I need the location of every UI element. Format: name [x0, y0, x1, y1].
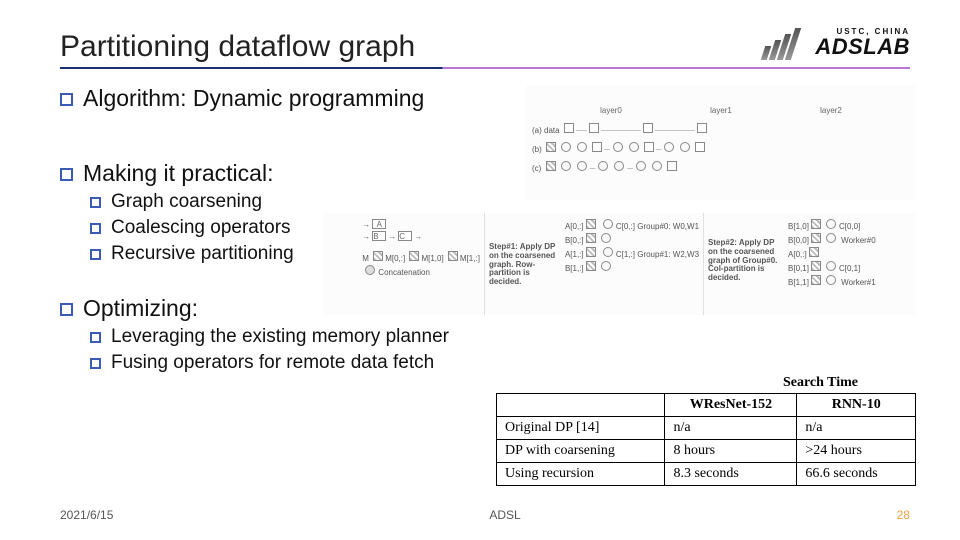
table-header: WResNet-152 — [665, 394, 797, 417]
bullet-text: Making it practical: — [83, 160, 273, 187]
layer-label: layer0 — [600, 106, 622, 115]
diag-label: M[1,:] — [460, 254, 480, 263]
slide-title: Partitioning dataflow graph — [60, 30, 415, 63]
diag-label: M[0,:] — [385, 254, 405, 263]
table-cell: 8.3 seconds — [665, 463, 797, 486]
table-row: Original DP [14] n/a n/a — [497, 417, 916, 440]
table-row: DP with coarsening 8 hours >24 hours — [497, 440, 916, 463]
table-cell: n/a — [665, 417, 797, 440]
bullet-box-icon — [60, 303, 73, 316]
diag-label: B[1,0] — [788, 222, 809, 231]
figure-layers-diagram: layer0 layer1 layer2 (a) data ──────────… — [526, 85, 916, 200]
table-cell: 66.6 seconds — [797, 463, 916, 486]
footer-date: 2021/6/15 — [60, 508, 113, 522]
bullet-text: Optimizing: — [83, 295, 198, 322]
diag-label: M[1,0] — [421, 254, 443, 263]
diag-label: B[1,:] — [565, 264, 584, 273]
layer-label: layer2 — [820, 106, 842, 115]
diag-label: Worker#0 — [841, 236, 876, 245]
diag-label: B[0,:] — [565, 236, 584, 245]
row-label: (b) — [532, 145, 542, 154]
bullet-text: Recursive partitioning — [111, 243, 294, 265]
title-underline — [60, 67, 910, 69]
bullet-text: Graph coarsening — [111, 191, 262, 213]
table-row: Using recursion 8.3 seconds 66.6 seconds — [497, 463, 916, 486]
diag-label: C[0,0] — [839, 222, 860, 231]
figure-partition-steps: →A →B→C→ M M[0,:] M[1,0] M[1,:] Concaten… — [322, 213, 916, 315]
bullet-text: Algorithm: Dynamic programming — [83, 85, 424, 112]
step1-caption: Step#1: Apply DP on the coarsened graph.… — [489, 242, 555, 286]
row-label: (c) — [532, 164, 541, 173]
layer-label: layer1 — [710, 106, 732, 115]
sub-bullet: Leveraging the existing memory planner — [90, 326, 910, 348]
table-cell: 8 hours — [665, 440, 797, 463]
diag-label: Group#0: W0,W1 — [637, 222, 699, 231]
bullet-box-icon — [90, 249, 101, 260]
diag-label: B[0,0] — [788, 236, 809, 245]
table-caption: Search Time — [496, 375, 916, 393]
diag-label: Concatenation — [378, 268, 430, 277]
bullet-text: Coalescing operators — [111, 217, 291, 239]
sub-bullet: Fusing operators for remote data fetch — [90, 352, 910, 374]
bullet-box-icon — [90, 358, 101, 369]
diag-label: A[0,:] — [788, 250, 807, 259]
table-cell: n/a — [797, 417, 916, 440]
logo-bars-icon — [763, 26, 809, 60]
footer-center: ADSL — [489, 508, 520, 522]
bullet-box-icon — [90, 223, 101, 234]
bullet-text: Leveraging the existing memory planner — [111, 326, 449, 348]
footer-page-number: 28 — [897, 508, 910, 522]
table-cell: Original DP [14] — [497, 417, 665, 440]
diag-label: C[1,:] — [616, 250, 635, 259]
bullet-box-icon — [60, 93, 73, 106]
diag-label: A[1,:] — [565, 250, 584, 259]
step2-caption: Step#2: Apply DP on the coarsened graph … — [708, 238, 777, 282]
bullet-box-icon — [90, 332, 101, 343]
diag-label: C[0,:] — [616, 222, 635, 231]
table-header: RNN-10 — [797, 394, 916, 417]
logo-main-text: ADSLAB — [815, 36, 910, 58]
diag-label: B[0,1] — [788, 264, 809, 273]
diag-label: Worker#1 — [841, 278, 876, 287]
bullet-box-icon — [90, 197, 101, 208]
table-header — [497, 394, 665, 417]
table-cell: >24 hours — [797, 440, 916, 463]
diag-label: A[0,:] — [565, 222, 584, 231]
table-cell: DP with coarsening — [497, 440, 665, 463]
row-label: (a) data — [532, 126, 560, 135]
search-time-table: Search Time WResNet-152 RNN-10 Original … — [496, 375, 916, 486]
diag-label: C[0,1] — [839, 264, 860, 273]
diag-label: Group#1: W2,W3 — [637, 250, 699, 259]
bullet-text: Fusing operators for remote data fetch — [111, 352, 434, 374]
logo: USTC, CHINA ADSLAB — [763, 26, 910, 60]
table-cell: Using recursion — [497, 463, 665, 486]
bullet-box-icon — [60, 168, 73, 181]
diag-label: B[1,1] — [788, 278, 809, 287]
